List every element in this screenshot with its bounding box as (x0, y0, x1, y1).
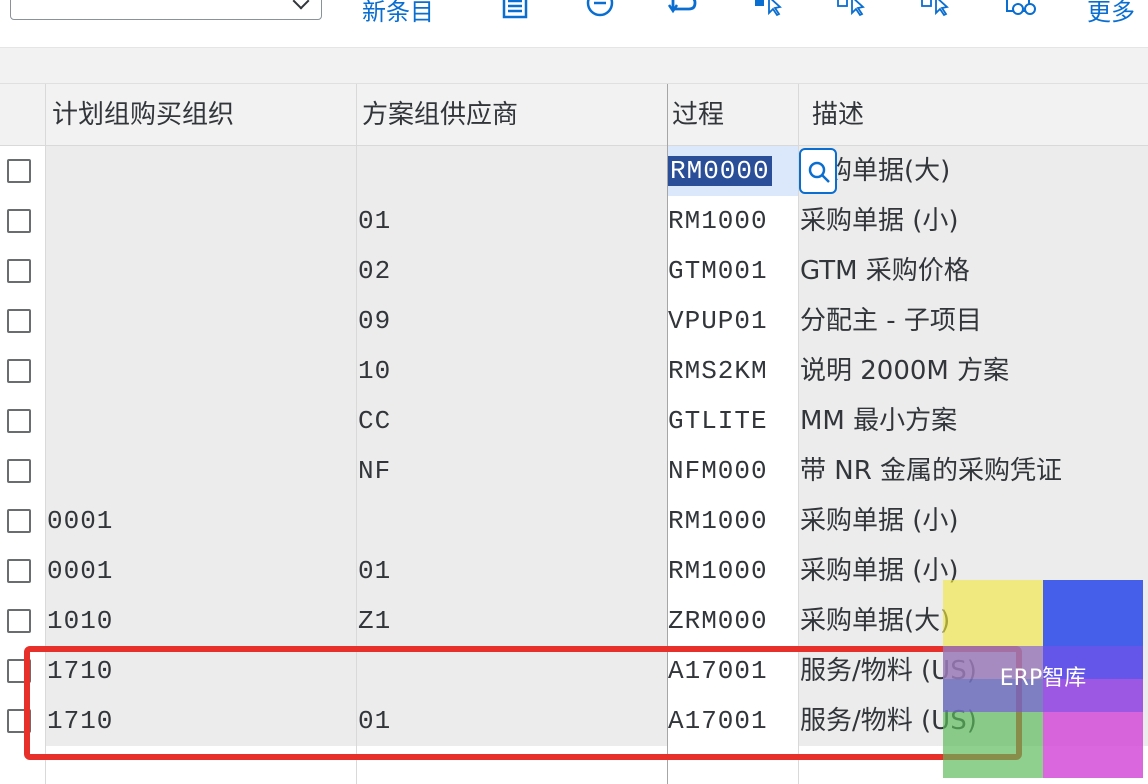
cell-description: MM 最小方案 (798, 396, 1148, 446)
table-row[interactable]: CC GTLITE MM 最小方案 (0, 396, 1148, 446)
cell-procedure[interactable]: RMS2KM (667, 346, 798, 396)
table-header: 计划组购买组织 方案组供应商 过程 描述 (0, 84, 1148, 146)
procedure-selected-text[interactable]: RM0000 (668, 156, 772, 186)
cell-procedure[interactable]: RM1000 (667, 546, 798, 596)
deselect-all-icon[interactable] (919, 0, 953, 20)
cell-purch-org[interactable] (45, 146, 356, 196)
cell-description: 分配主 - 子项目 (798, 296, 1148, 346)
row-checkbox[interactable] (7, 309, 31, 333)
cell-purch-org[interactable] (45, 246, 356, 296)
cell-procedure[interactable]: GTM001 (667, 246, 798, 296)
more-button[interactable]: 更多 (1087, 0, 1135, 27)
row-checkbox[interactable] (7, 159, 31, 183)
cell-purch-org[interactable] (45, 296, 356, 346)
row-checkbox[interactable] (7, 509, 31, 533)
row-checkbox[interactable] (7, 559, 31, 583)
toolbar: 新条目 更多 (0, 0, 1148, 48)
cell-procedure[interactable]: RM1000 (667, 196, 798, 246)
watermark-text: ERP智库 (999, 666, 1087, 691)
cell-vendor-group[interactable]: Z1 (356, 596, 667, 646)
details-icon[interactable] (499, 0, 533, 20)
table-row[interactable]: RM0000 采购单据(大) (0, 146, 1148, 196)
watermark-logo: ERP智库 (943, 580, 1143, 778)
cell-vendor-group[interactable]: NF (356, 446, 667, 496)
header-procedure[interactable]: 过程 (672, 84, 724, 146)
glasses-icon[interactable] (1003, 0, 1037, 20)
table-row[interactable]: 01 RM1000 采购单据 (小) (0, 196, 1148, 246)
search-icon (808, 161, 830, 183)
row-checkbox[interactable] (7, 259, 31, 283)
table-row[interactable]: 09 VPUP01 分配主 - 子项目 (0, 296, 1148, 346)
header-vendor-group[interactable]: 方案组供应商 (362, 84, 518, 146)
undo-icon[interactable] (666, 0, 700, 20)
cell-vendor-group[interactable]: 01 (356, 546, 667, 596)
cell-description: 采购单据 (小) (798, 496, 1148, 546)
cell-purch-org[interactable] (45, 196, 356, 246)
table-row[interactable]: NF NFM000 带 NR 金属的采购凭证 (0, 446, 1148, 496)
cell-vendor-group[interactable]: 01 (356, 196, 667, 246)
cell-vendor-group[interactable]: 10 (356, 346, 667, 396)
variant-select[interactable] (10, 0, 322, 20)
cell-vendor-group[interactable] (356, 496, 667, 546)
cell-vendor-group[interactable] (356, 146, 667, 196)
select-all-icon[interactable] (752, 0, 786, 20)
cell-purch-org[interactable]: 0001 (45, 496, 356, 546)
select-block-icon[interactable] (835, 0, 869, 20)
cell-procedure[interactable]: VPUP01 (667, 296, 798, 346)
table-row[interactable]: 10 RMS2KM 说明 2000M 方案 (0, 346, 1148, 396)
row-checkbox[interactable] (7, 609, 31, 633)
cell-procedure[interactable]: GTLITE (667, 396, 798, 446)
cell-vendor-group[interactable]: CC (356, 396, 667, 446)
cell-description: 采购单据 (小) (798, 196, 1148, 246)
table-row[interactable]: 0001 RM1000 采购单据 (小) (0, 496, 1148, 546)
cell-description: 带 NR 金属的采购凭证 (798, 446, 1148, 496)
cell-purch-org[interactable]: 0001 (45, 546, 356, 596)
cell-vendor-group[interactable]: 09 (356, 296, 667, 346)
cell-purch-org[interactable] (45, 396, 356, 446)
cell-description: GTM 采购价格 (798, 246, 1148, 296)
cell-procedure[interactable]: RM0000 (667, 146, 798, 196)
cell-vendor-group[interactable]: 02 (356, 246, 667, 296)
cell-purch-org[interactable] (45, 446, 356, 496)
cell-description: 采购单据(大) (798, 146, 1148, 196)
highlight-box (24, 646, 1022, 760)
cell-purch-org[interactable]: 1010 (45, 596, 356, 646)
row-checkbox[interactable] (7, 359, 31, 383)
cell-procedure[interactable]: ZRM000 (667, 596, 798, 646)
table-row[interactable]: 02 GTM001 GTM 采购价格 (0, 246, 1148, 296)
cell-procedure[interactable]: RM1000 (667, 496, 798, 546)
new-entries-button[interactable]: 新条目 (362, 0, 434, 27)
chevron-down-icon[interactable] (292, 0, 310, 10)
value-help-button[interactable] (799, 148, 837, 194)
row-checkbox[interactable] (7, 459, 31, 483)
row-checkbox[interactable] (7, 409, 31, 433)
cell-description: 说明 2000M 方案 (798, 346, 1148, 396)
remove-icon[interactable] (583, 0, 617, 20)
cell-procedure[interactable]: NFM000 (667, 446, 798, 496)
header-description[interactable]: 描述 (812, 84, 864, 146)
filter-band (0, 48, 1148, 84)
row-checkbox[interactable] (7, 209, 31, 233)
header-purch-org[interactable]: 计划组购买组织 (52, 84, 234, 146)
cell-purch-org[interactable] (45, 346, 356, 396)
